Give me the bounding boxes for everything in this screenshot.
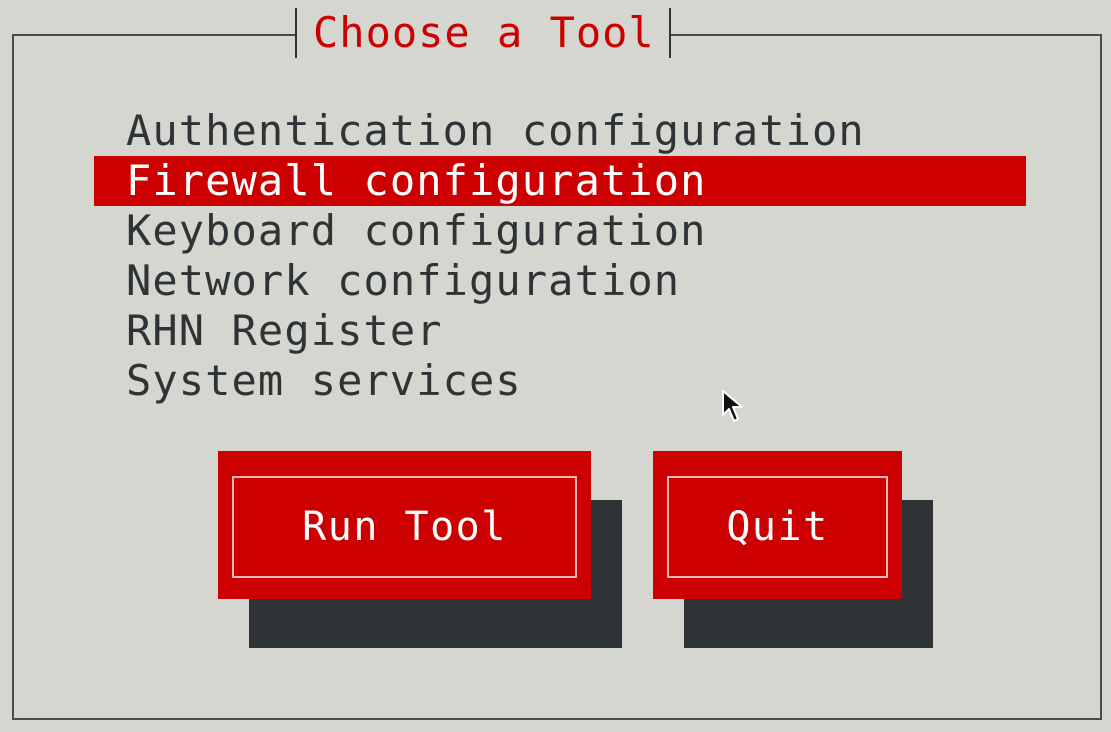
menu-item-system-services[interactable]: System services <box>94 356 1026 406</box>
menu-item-keyboard[interactable]: Keyboard configuration <box>94 206 1026 256</box>
mouse-pointer-icon <box>722 390 743 422</box>
quit-button[interactable]: Quit <box>653 451 902 599</box>
menu-item-firewall[interactable]: Firewall configuration <box>94 156 1026 206</box>
dialog-title-box: Choose a Tool <box>295 8 671 58</box>
menu-item-authentication[interactable]: Authentication configuration <box>94 106 1026 156</box>
tool-list[interactable]: Authentication configuration Firewall co… <box>94 106 1026 406</box>
run-tool-button-label: Run Tool <box>232 476 577 578</box>
menu-item-rhn-register[interactable]: RHN Register <box>94 306 1026 356</box>
menu-item-network[interactable]: Network configuration <box>94 256 1026 306</box>
run-tool-button[interactable]: Run Tool <box>218 451 591 599</box>
dialog-title: Choose a Tool <box>313 8 655 57</box>
quit-button-label: Quit <box>667 476 888 578</box>
